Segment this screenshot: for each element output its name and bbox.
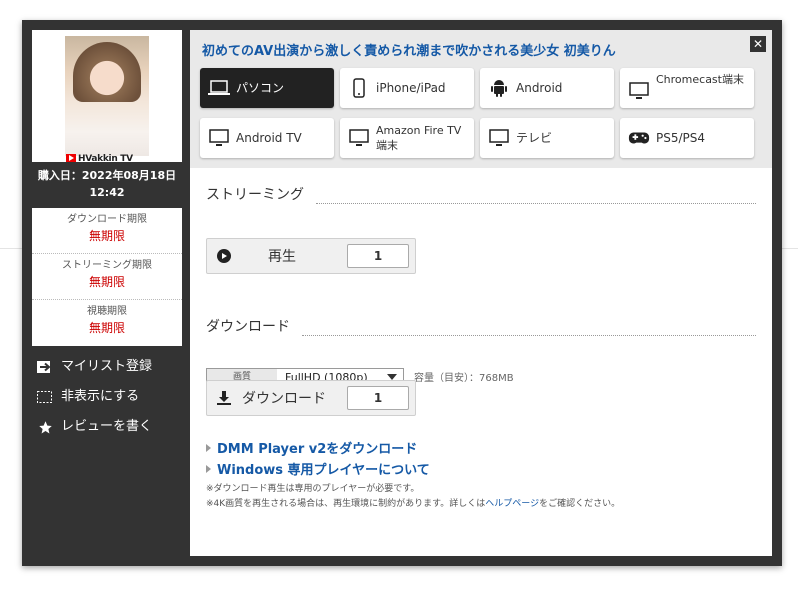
play-icon xyxy=(216,248,232,264)
download-button[interactable]: ダウンロード 1 xyxy=(206,380,416,416)
download-icon xyxy=(216,390,232,406)
limit-label: ストリーミング期限 xyxy=(62,260,152,271)
laptop-icon xyxy=(208,77,230,99)
device-label: Chromecast端末 xyxy=(656,73,744,86)
hide-button[interactable]: 非表示にする xyxy=(32,382,182,412)
device-tv[interactable]: テレビ xyxy=(480,118,614,158)
star-icon xyxy=(37,419,53,435)
help-page-link[interactable]: ヘルプページ xyxy=(485,499,539,509)
mylist-label: マイリスト登録 xyxy=(61,359,153,374)
limit-value: 無期限 xyxy=(88,275,125,289)
device-pc[interactable]: パソコン xyxy=(200,68,334,108)
device-playstation[interactable]: PS5/PS4 xyxy=(620,118,754,158)
streaming-section: ストリーミング xyxy=(206,184,314,204)
limit-label: ダウンロード期限 xyxy=(67,214,147,225)
player-panel: 初めてのAV出演から激しく責められ潮まで吹かされる美少女 初美りん ✕ パソコン… xyxy=(190,30,772,556)
product-title: 初めてのAV出演から激しく責められ潮まで吹かされる美少女 初美りん xyxy=(202,44,616,59)
device-android[interactable]: Android xyxy=(480,68,614,108)
device-fire-tv[interactable]: Amazon Fire TV 端末 xyxy=(340,118,474,158)
4k-note: ※4K画質を再生される場合は、再生環境に制約があります。詳しくはヘルプページをご… xyxy=(206,499,621,509)
product-sidebar: HVakkin TV 購入日：2022年08月18日 12:42 ダウンロード期… xyxy=(32,30,182,442)
hide-icon xyxy=(37,389,53,405)
monitor-icon xyxy=(208,127,230,149)
device-label: PS5/PS4 xyxy=(656,130,706,145)
windows-player-link[interactable]: Windows 専用プレイヤーについて xyxy=(206,459,430,478)
play-label: 再生 xyxy=(268,249,296,265)
close-button[interactable]: ✕ xyxy=(750,36,766,52)
monitor-icon xyxy=(628,80,650,102)
product-image xyxy=(65,36,149,156)
device-header: 初めてのAV出演から激しく責められ潮まで吹かされる美少女 初美りん ✕ パソコン… xyxy=(190,30,772,168)
product-thumbnail[interactable]: HVakkin TV xyxy=(32,30,182,162)
limit-value: 無期限 xyxy=(88,321,125,335)
purchase-time-line: 12:42 xyxy=(89,186,125,199)
purchase-date-line: 購入日：2022年08月18日 xyxy=(37,169,177,182)
download-count: 1 xyxy=(347,386,409,410)
play-button[interactable]: 再生 1 xyxy=(206,238,416,274)
device-android-tv[interactable]: Android TV xyxy=(200,118,334,158)
download-limit: ダウンロード期限 無期限 xyxy=(32,208,182,254)
device-iphone[interactable]: iPhone/iPad xyxy=(340,68,474,108)
product-modal: HVakkin TV 購入日：2022年08月18日 12:42 ダウンロード期… xyxy=(22,20,782,566)
monitor-icon xyxy=(348,127,370,149)
review-label: レビューを書く xyxy=(61,419,153,434)
monitor-icon xyxy=(488,127,510,149)
link-label: DMM Player v2をダウンロード xyxy=(217,442,418,457)
limit-value: 無期限 xyxy=(88,229,125,243)
viewing-limit: 視聴期限 無期限 xyxy=(32,300,182,346)
android-icon xyxy=(488,77,510,99)
channel-logo: HVakkin TV xyxy=(66,154,133,162)
link-label: Windows 専用プレイヤーについて xyxy=(217,463,430,478)
device-label: Android TV xyxy=(236,130,302,145)
streaming-title: ストリーミング xyxy=(206,184,314,204)
write-review-button[interactable]: レビューを書く xyxy=(32,412,182,442)
phone-icon xyxy=(348,77,370,99)
purchase-date: 購入日：2022年08月18日 12:42 xyxy=(32,162,182,208)
section-divider xyxy=(302,335,756,336)
mylist-icon xyxy=(37,359,53,375)
action-list: マイリスト登録 非表示にする レビューを書く xyxy=(32,352,182,442)
hide-label: 非表示にする xyxy=(61,389,140,404)
device-label: テレビ xyxy=(516,130,553,145)
file-size: 容量（目安）：768MB xyxy=(414,373,514,384)
download-section: ダウンロード xyxy=(206,316,300,336)
section-divider xyxy=(316,203,756,204)
download-label: ダウンロード xyxy=(242,391,326,407)
triangle-right-icon xyxy=(206,464,211,473)
player-note: ※ダウンロード再生は専用のプレイヤーが必要です。 xyxy=(206,484,420,494)
streaming-limit: ストリーミング期限 無期限 xyxy=(32,254,182,300)
device-label: パソコン xyxy=(236,80,285,95)
download-title: ダウンロード xyxy=(206,316,300,336)
dmm-player-download-link[interactable]: DMM Player v2をダウンロード xyxy=(206,438,417,457)
device-label: iPhone/iPad xyxy=(376,80,446,95)
triangle-right-icon xyxy=(206,443,211,452)
gamepad-icon xyxy=(628,127,650,149)
close-icon: ✕ xyxy=(752,37,764,51)
device-label: Android xyxy=(516,80,563,95)
limit-label: 視聴期限 xyxy=(87,306,127,317)
play-count: 1 xyxy=(347,244,409,268)
limit-box: ダウンロード期限 無期限 ストリーミング期限 無期限 視聴期限 無期限 xyxy=(32,208,182,346)
mylist-add-button[interactable]: マイリスト登録 xyxy=(32,352,182,382)
device-label: Amazon Fire TV 端末 xyxy=(376,124,462,152)
device-chromecast[interactable]: Chromecast端末 xyxy=(620,68,754,108)
